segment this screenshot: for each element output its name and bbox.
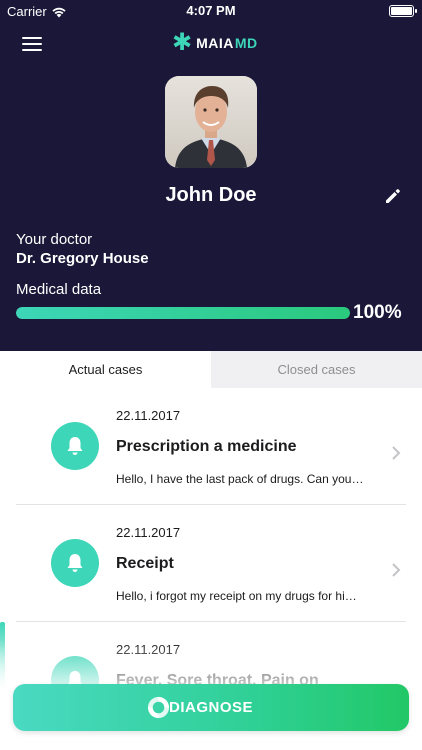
doctor-name: Dr. Gregory House bbox=[16, 250, 149, 267]
tab-actual-cases[interactable]: Actual cases bbox=[0, 351, 211, 388]
list-item[interactable]: 22.11.2017 Receipt Hello, i forgot my re… bbox=[0, 505, 422, 622]
battery-icon bbox=[389, 5, 417, 17]
chevron-right-icon bbox=[392, 446, 401, 460]
profile-header: Carrier 4:07 PM ✱ MAIA MD John Doe Your … bbox=[0, 0, 422, 351]
tab-closed-cases[interactable]: Closed cases bbox=[211, 351, 422, 388]
diagnose-button[interactable]: DIAGNOSE bbox=[13, 684, 409, 731]
case-date: 22.11.2017 bbox=[116, 642, 181, 657]
diagnose-label: DIAGNOSE bbox=[168, 699, 253, 716]
user-name: John Doe bbox=[165, 184, 257, 206]
case-preview: Hello, i forgot my receipt on my drugs f… bbox=[116, 589, 357, 603]
bell-icon bbox=[51, 422, 99, 470]
progress-fill bbox=[16, 307, 350, 319]
case-tabs: Actual cases Closed cases bbox=[0, 351, 422, 388]
status-time: 4:07 PM bbox=[186, 3, 236, 18]
medical-data-percentage: 100% bbox=[353, 302, 402, 323]
medical-data-progress-bar bbox=[16, 307, 350, 319]
case-date: 22.11.2017 bbox=[116, 525, 181, 540]
chevron-right-icon bbox=[392, 563, 401, 577]
status-bar: Carrier 4:07 PM bbox=[0, 0, 422, 22]
case-preview: Hello, I have the last pack of drugs. Ca… bbox=[116, 472, 364, 486]
case-title: Receipt bbox=[116, 555, 174, 572]
edit-pencil-icon[interactable] bbox=[384, 187, 402, 205]
medical-data-label: Medical data bbox=[16, 281, 102, 298]
logo-text-maia: MAIA bbox=[196, 35, 234, 51]
list-item[interactable]: 22.11.2017 Prescription a medicine Hello… bbox=[0, 388, 422, 505]
logo-text-md: MD bbox=[234, 35, 258, 51]
app-logo: ✱ MAIA MD bbox=[172, 29, 258, 56]
asterisk-logo-icon: ✱ bbox=[172, 29, 193, 56]
diagnose-icon bbox=[147, 696, 170, 719]
case-date: 22.11.2017 bbox=[116, 408, 181, 423]
hamburger-menu-icon[interactable] bbox=[22, 36, 44, 52]
scrollbar bbox=[0, 622, 5, 692]
avatar[interactable] bbox=[165, 76, 257, 168]
doctor-label: Your doctor bbox=[16, 231, 93, 248]
case-title: Prescription a medicine bbox=[116, 438, 297, 455]
bell-icon bbox=[51, 539, 99, 587]
